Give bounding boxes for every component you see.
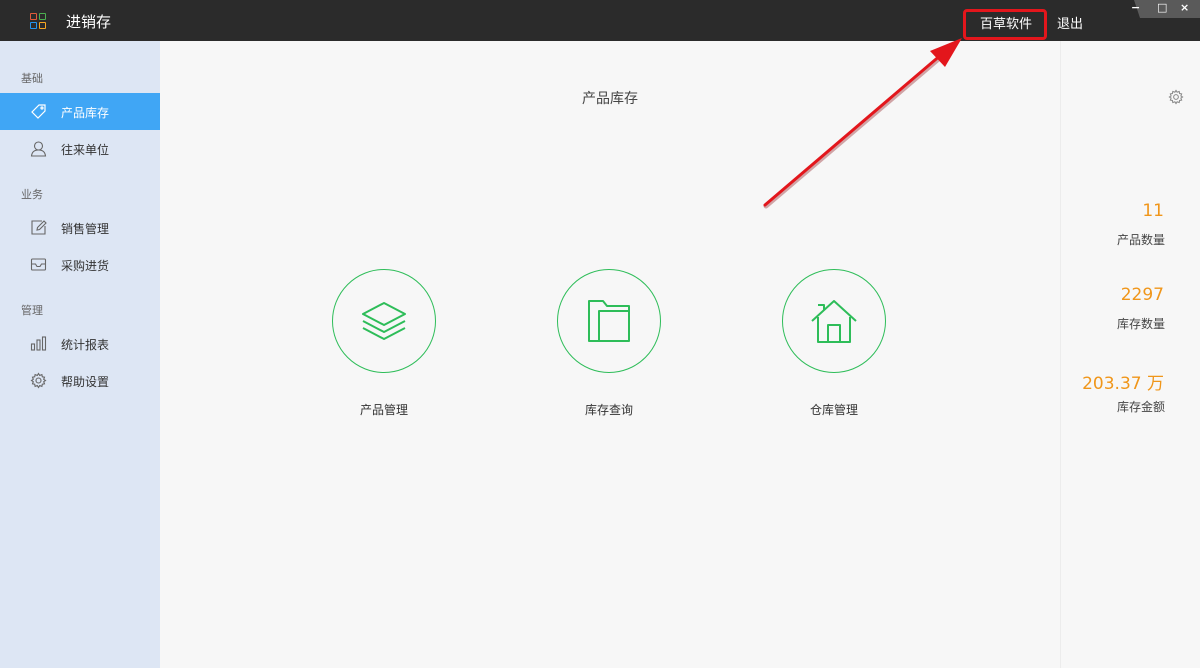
- bar-chart-icon: [30, 336, 47, 351]
- main-content: 产品库存 产品管理 库存查询 仓库管理: [160, 41, 1060, 668]
- feature-circle: [782, 269, 886, 373]
- page-title: 产品库存: [582, 91, 638, 107]
- sidebar-section-business: 业务: [21, 188, 43, 201]
- sidebar-item-product-inventory[interactable]: 产品库存: [0, 93, 160, 130]
- app-logo-icon: [30, 13, 46, 29]
- sidebar: 基础 产品库存 往来单位 业务 销售管理 采购进货 管理 统计报表 帮助设置: [0, 41, 160, 668]
- stat-inventory-amount-label: 库存金额: [1116, 400, 1165, 414]
- feature-label: 产品管理: [359, 403, 408, 417]
- logout-link[interactable]: 退出: [1057, 13, 1083, 32]
- sidebar-item-partners[interactable]: 往来单位: [0, 130, 160, 167]
- sidebar-item-reports[interactable]: 统计报表: [0, 325, 160, 362]
- app-title: 进销存: [66, 13, 112, 31]
- edit-icon: [31, 220, 47, 235]
- sidebar-item-label: 帮助设置: [61, 375, 110, 389]
- stat-product-count-label: 产品数量: [1116, 233, 1165, 247]
- feature-circle: [557, 269, 661, 373]
- settings-gear-icon[interactable]: [1168, 89, 1184, 105]
- title-bar: 进销存 百草软件 退出: [0, 0, 1200, 41]
- sidebar-item-label: 统计报表: [61, 338, 110, 352]
- user-icon: [30, 141, 47, 157]
- gear-icon: [30, 372, 47, 389]
- feature-label: 仓库管理: [809, 403, 858, 417]
- sidebar-item-sales[interactable]: 销售管理: [0, 209, 160, 246]
- warehouse-management-button[interactable]: 仓库管理: [782, 269, 886, 417]
- sidebar-item-settings[interactable]: 帮助设置: [0, 362, 160, 399]
- sidebar-item-label: 往来单位: [61, 143, 110, 157]
- sidebar-item-purchase[interactable]: 采购进货: [0, 246, 160, 283]
- sidebar-item-label: 采购进货: [61, 259, 110, 273]
- inbox-icon: [30, 258, 47, 271]
- layers-icon: [362, 302, 406, 340]
- feature-label: 库存查询: [584, 403, 633, 417]
- folder-icon: [588, 300, 630, 342]
- stats-panel: 11 产品数量 2297 库存数量 203.37 万 库存金额: [1060, 41, 1200, 668]
- annotation-highlight-box: [963, 9, 1047, 40]
- stat-inventory-quantity-label: 库存数量: [1116, 317, 1165, 331]
- inventory-query-button[interactable]: 库存查询: [557, 269, 661, 417]
- stat-inventory-amount-value: 203.37 万: [1082, 374, 1164, 394]
- maximize-button[interactable]: □: [1157, 1, 1167, 15]
- product-management-button[interactable]: 产品管理: [332, 269, 436, 417]
- stat-inventory-quantity-value: 2297: [1120, 285, 1164, 305]
- minimize-button[interactable]: −: [1131, 1, 1140, 15]
- feature-circle: [332, 269, 436, 373]
- sidebar-item-label: 产品库存: [61, 106, 110, 120]
- close-button[interactable]: ×: [1180, 1, 1189, 15]
- tag-icon: [31, 104, 46, 119]
- sidebar-section-basic: 基础: [21, 72, 43, 85]
- stat-product-count-value: 11: [1142, 201, 1164, 221]
- home-icon: [811, 300, 857, 343]
- sidebar-section-management: 管理: [21, 304, 43, 317]
- sidebar-item-label: 销售管理: [61, 222, 110, 236]
